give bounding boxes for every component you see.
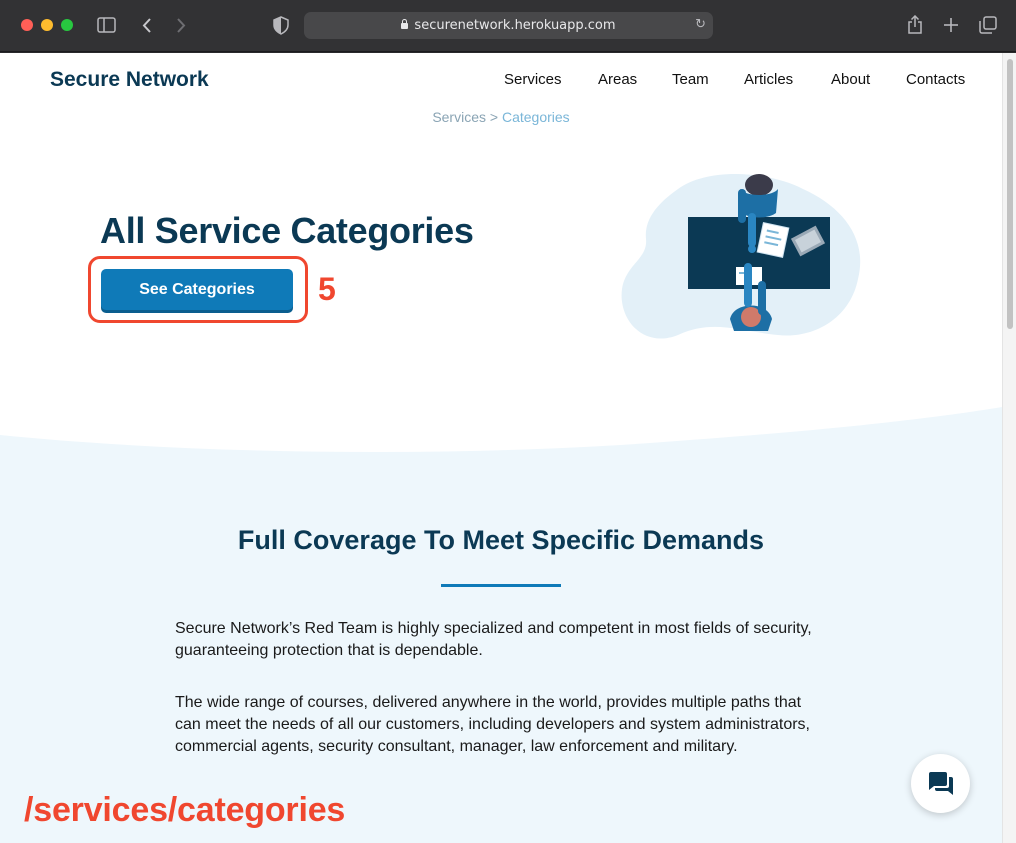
breadcrumb-separator: > — [489, 109, 499, 125]
intro-paragraph: Secure Network’s Red Team is highly spec… — [175, 620, 812, 659]
nav-articles[interactable]: Articles — [744, 71, 793, 88]
page-title: All Service Categories — [100, 210, 474, 251]
address-bar[interactable]: securenetwork.herokuapp.com ↻ — [304, 12, 713, 39]
scrollbar-thumb[interactable] — [1007, 59, 1013, 329]
section-title: Full Coverage To Meet Specific Demands — [237, 525, 765, 555]
nav-areas[interactable]: Areas — [598, 71, 637, 88]
reload-icon[interactable]: ↻ — [695, 17, 706, 32]
url-text: securenetwork.herokuapp.com — [414, 18, 616, 33]
handshake-illustration — [621, 173, 861, 339]
plus-icon[interactable] — [943, 17, 959, 33]
lock-icon — [401, 19, 409, 29]
site-logo[interactable]: Secure Network — [50, 68, 209, 92]
forward-icon[interactable] — [175, 17, 187, 34]
annotation-url-caption: /services/categories — [24, 791, 346, 829]
page-scrollbar[interactable] — [1002, 53, 1016, 843]
breadcrumb-parent[interactable]: Services — [432, 109, 486, 125]
tabs-icon[interactable] — [979, 16, 997, 34]
breadcrumb: Services > Categories — [0, 109, 1002, 125]
nav-about[interactable]: About — [831, 71, 870, 88]
close-window-button[interactable] — [21, 19, 33, 31]
breadcrumb-current: Categories — [501, 109, 570, 125]
zoom-window-button[interactable] — [61, 19, 73, 31]
annotation-step-number: 5 — [318, 271, 336, 307]
minimize-window-button[interactable] — [41, 19, 53, 31]
back-icon[interactable] — [141, 17, 153, 34]
nav-services[interactable]: Services — [504, 71, 562, 88]
chat-icon — [929, 772, 953, 795]
share-icon[interactable] — [907, 15, 923, 35]
chat-button[interactable] — [911, 754, 970, 813]
see-categories-button[interactable]: See Categories — [101, 269, 293, 310]
sidebar-icon[interactable] — [97, 17, 116, 33]
nav-team[interactable]: Team — [672, 71, 709, 88]
nav-contacts[interactable]: Contacts — [906, 71, 965, 88]
shield-icon[interactable] — [273, 16, 289, 35]
browser-toolbar: securenetwork.herokuapp.com ↻ — [0, 0, 1016, 52]
courses-paragraph: The wide range of courses, delivered any… — [175, 694, 810, 755]
section-divider — [441, 584, 561, 587]
web-page: Secure Network Services Areas Team Artic… — [0, 53, 1002, 843]
